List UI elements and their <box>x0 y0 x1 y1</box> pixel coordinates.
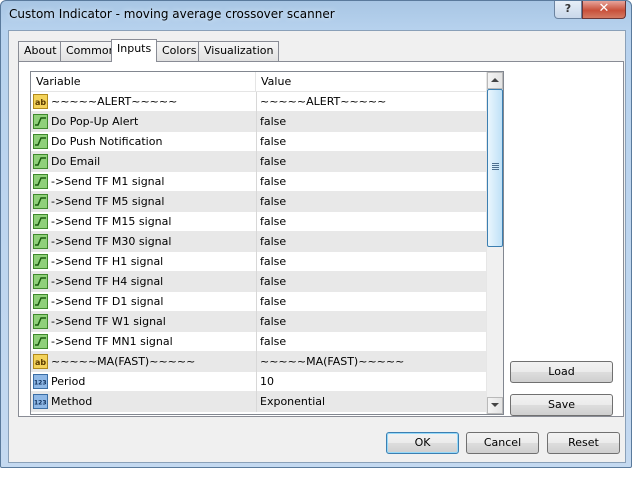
tab-colors[interactable]: Colors <box>156 41 203 61</box>
variable-cell: ~~~~~ALERT~~~~~ <box>51 95 178 108</box>
table-row[interactable]: ->Send TF MN1 signal false <box>31 332 486 352</box>
variable-cell: ->Send TF D1 signal <box>51 295 164 308</box>
value-cell[interactable]: false <box>256 312 486 332</box>
ab-string-icon: ab <box>33 354 48 369</box>
table-row[interactable]: 123 Method Exponential <box>31 392 486 412</box>
variable-cell: Period <box>51 375 86 388</box>
column-header-variable[interactable]: Variable <box>31 72 256 92</box>
variable-cell: ->Send TF H4 signal <box>51 275 164 288</box>
variable-cell: ->Send TF W1 signal <box>51 315 166 328</box>
column-header-value[interactable]: Value <box>256 72 486 92</box>
table-row[interactable]: ->Send TF M1 signal false <box>31 172 486 192</box>
grid-header: Variable Value <box>31 72 486 92</box>
table-row[interactable]: ->Send TF M30 signal false <box>31 232 486 252</box>
svg-text:ab: ab <box>35 98 46 107</box>
bool-icon <box>33 334 48 349</box>
value-cell[interactable]: 10 <box>256 372 486 392</box>
bool-icon <box>33 134 48 149</box>
svg-text:123: 123 <box>34 380 47 387</box>
scroll-down-button[interactable] <box>487 397 503 414</box>
scroll-thumb[interactable] <box>487 89 503 247</box>
grip-line <box>492 165 499 166</box>
inputs-panel: Variable Value ab ~~~~~ALERT~~~~~ ~~~~~ALE… <box>18 61 624 417</box>
bool-icon <box>33 194 48 209</box>
variable-cell: Do Push Notification <box>51 135 163 148</box>
value-cell[interactable]: false <box>256 272 486 292</box>
svg-text:123: 123 <box>34 400 47 407</box>
bool-icon <box>33 274 48 289</box>
bool-icon <box>33 214 48 229</box>
table-row[interactable]: ab ~~~~~MA(FAST)~~~~~ ~~~~~MA(FAST)~~~~~ <box>31 352 486 372</box>
dialog-client-area: About Common Inputs Colors Visualization… <box>8 30 626 463</box>
bool-icon <box>33 254 48 269</box>
value-cell[interactable]: ~~~~~ALERT~~~~~ <box>256 92 486 112</box>
value-cell[interactable]: false <box>256 152 486 172</box>
value-cell[interactable]: false <box>256 292 486 312</box>
value-cell[interactable]: Exponential <box>256 392 486 412</box>
variable-cell: Do Pop-Up Alert <box>51 115 139 128</box>
close-button[interactable]: ✕ <box>582 1 626 19</box>
arrow-down-icon <box>491 403 499 407</box>
bool-icon <box>33 154 48 169</box>
load-button[interactable]: Load <box>510 361 613 383</box>
bool-icon <box>33 314 48 329</box>
table-row[interactable]: ->Send TF H4 signal false <box>31 272 486 292</box>
value-cell[interactable]: false <box>256 112 486 132</box>
cancel-button[interactable]: Cancel <box>466 432 539 454</box>
variable-cell: ~~~~~MA(FAST)~~~~~ <box>51 355 196 368</box>
value-cell[interactable]: false <box>256 232 486 252</box>
svg-text:ab: ab <box>35 358 46 367</box>
tab-inputs[interactable]: Inputs <box>111 39 158 62</box>
variable-cell: ->Send TF M15 signal <box>51 215 172 228</box>
grip-line <box>492 169 499 170</box>
table-row[interactable]: Do Email false <box>31 152 486 172</box>
variable-cell: ->Send TF M1 signal <box>51 175 165 188</box>
123-int-icon: 123 <box>33 394 48 409</box>
grid-rows: ab ~~~~~ALERT~~~~~ ~~~~~ALERT~~~~~ Do Pop-U… <box>31 92 486 412</box>
variable-cell: Method <box>51 395 93 408</box>
arrow-up-icon <box>491 78 499 82</box>
value-cell[interactable]: false <box>256 172 486 192</box>
value-cell[interactable]: false <box>256 252 486 272</box>
table-row[interactable]: Do Push Notification false <box>31 132 486 152</box>
variable-cell: ->Send TF H1 signal <box>51 255 164 268</box>
window-title: Custom Indicator - moving average crosso… <box>9 7 335 21</box>
table-row[interactable]: ->Send TF M15 signal false <box>31 212 486 232</box>
value-cell[interactable]: false <box>256 132 486 152</box>
table-row[interactable]: ab ~~~~~ALERT~~~~~ ~~~~~ALERT~~~~~ <box>31 92 486 112</box>
ok-button[interactable]: OK <box>386 432 459 454</box>
variable-cell: Do Email <box>51 155 101 168</box>
123-int-icon: 123 <box>33 374 48 389</box>
table-row[interactable]: 123 Period 10 <box>31 372 486 392</box>
reset-button[interactable]: Reset <box>547 432 620 454</box>
save-button[interactable]: Save <box>510 394 613 416</box>
table-row[interactable]: ->Send TF H1 signal false <box>31 252 486 272</box>
table-row[interactable]: ->Send TF D1 signal false <box>31 292 486 312</box>
grip-line <box>492 163 499 164</box>
dialog-window: Custom Indicator - moving average crosso… <box>0 0 632 468</box>
table-row[interactable]: ->Send TF W1 signal false <box>31 312 486 332</box>
help-button[interactable]: ? <box>554 1 582 19</box>
tab-about[interactable]: About <box>18 41 63 61</box>
vertical-scrollbar[interactable] <box>486 72 503 414</box>
bool-icon <box>33 114 48 129</box>
inputs-grid: Variable Value ab ~~~~~ALERT~~~~~ ~~~~~ALE… <box>30 71 504 415</box>
value-cell[interactable]: false <box>256 192 486 212</box>
value-cell[interactable]: false <box>256 332 486 352</box>
variable-cell: ->Send TF M5 signal <box>51 195 165 208</box>
tab-visualization[interactable]: Visualization <box>198 41 280 61</box>
variable-cell: ->Send TF MN1 signal <box>51 335 173 348</box>
scroll-up-button[interactable] <box>487 72 503 89</box>
ab-string-icon: ab <box>33 94 48 109</box>
table-row[interactable]: Do Pop-Up Alert false <box>31 112 486 132</box>
value-cell[interactable]: ~~~~~MA(FAST)~~~~~ <box>256 352 486 372</box>
bool-icon <box>33 234 48 249</box>
grip-line <box>492 167 499 168</box>
value-cell[interactable]: false <box>256 212 486 232</box>
bool-icon <box>33 174 48 189</box>
table-row[interactable]: ->Send TF M5 signal false <box>31 192 486 212</box>
variable-cell: ->Send TF M30 signal <box>51 235 172 248</box>
bool-icon <box>33 294 48 309</box>
